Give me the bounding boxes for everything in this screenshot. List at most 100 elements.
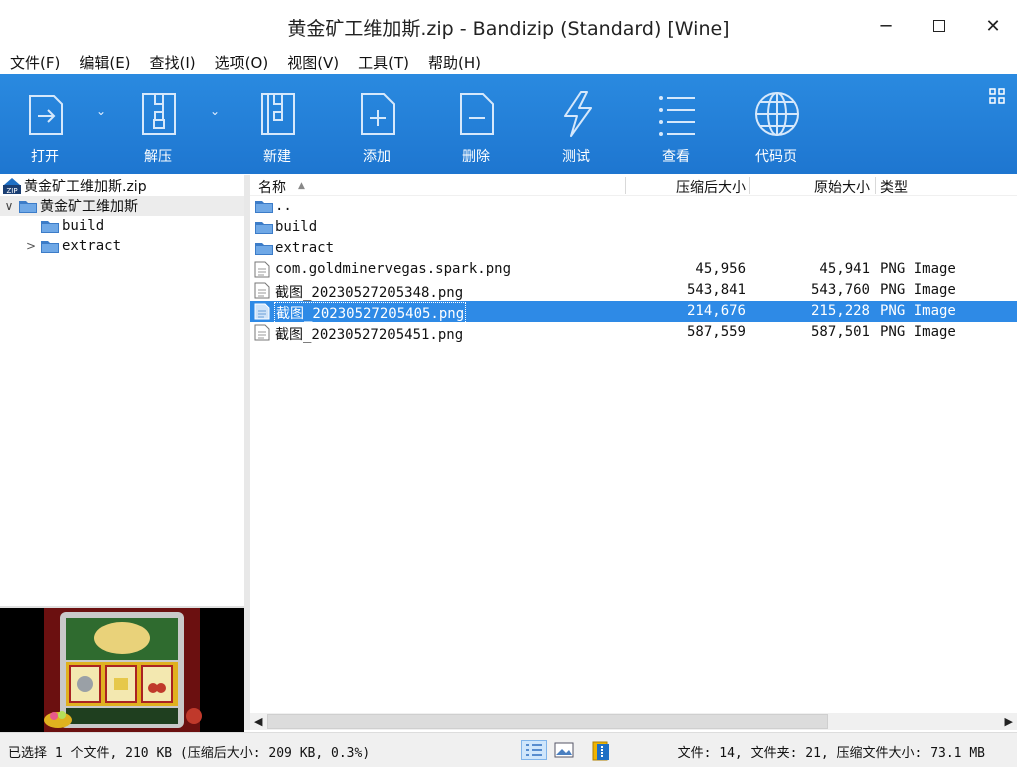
column-type-header[interactable]: 类型 bbox=[880, 177, 908, 197]
status-bar: 已选择 1 个文件, 210 KB (压缩后大小: 209 KB, 0.3%) … bbox=[0, 732, 1017, 767]
tree-item-extract-label: extract bbox=[62, 238, 122, 254]
column-separator[interactable] bbox=[875, 177, 876, 194]
list-row-file[interactable]: com.goldminervegas.spark.png 45,956 45,9… bbox=[250, 259, 1017, 280]
list-row-parent[interactable]: .. bbox=[250, 196, 1017, 217]
extract-button[interactable]: 解压 bbox=[113, 74, 203, 174]
list-icon bbox=[659, 96, 695, 136]
archive-info-icon[interactable] bbox=[591, 740, 613, 762]
list-row-extract[interactable]: extract bbox=[250, 238, 1017, 259]
add-button[interactable]: 添加 bbox=[332, 74, 422, 174]
archive-summary: 文件: 14, 文件夹: 21, 压缩文件大小: 73.1 MB bbox=[677, 746, 985, 761]
lightning-icon bbox=[564, 91, 592, 137]
column-name-header[interactable]: 名称 bbox=[258, 177, 286, 197]
tree-item-extract[interactable]: > extract bbox=[26, 236, 121, 256]
file-type: PNG Image bbox=[880, 324, 956, 340]
minimize-button[interactable]: ─ bbox=[868, 10, 904, 42]
folder-icon bbox=[255, 243, 273, 255]
tree-item-archive-label: 黄金矿工维加斯.zip bbox=[24, 179, 147, 195]
folder-icon bbox=[41, 241, 59, 253]
svg-text:ZIP: ZIP bbox=[6, 187, 17, 195]
column-original-header[interactable]: 原始大小 bbox=[814, 177, 870, 197]
file-name: 截图_20230527205451.png bbox=[275, 327, 464, 343]
file-icon bbox=[254, 282, 270, 299]
file-icon bbox=[254, 261, 270, 278]
menu-find[interactable]: 查找(I) bbox=[140, 52, 205, 74]
folder-icon bbox=[41, 221, 59, 233]
extract-label: 解压 bbox=[144, 149, 172, 165]
test-button[interactable]: 测试 bbox=[531, 74, 621, 174]
sort-ascending-icon: ▲ bbox=[298, 181, 305, 191]
file-name: extract bbox=[275, 240, 335, 256]
details-view-icon[interactable] bbox=[521, 740, 547, 760]
zip-archive-icon: ZIP bbox=[3, 178, 21, 195]
codepage-label: 代码页 bbox=[755, 149, 797, 165]
menu-options[interactable]: 选项(O) bbox=[205, 52, 278, 74]
list-row-file-selected[interactable]: 截图_20230527205405.png 214,676 215,228 PN… bbox=[250, 301, 1017, 324]
menu-tools[interactable]: 工具(T) bbox=[348, 52, 418, 74]
add-label: 添加 bbox=[363, 149, 391, 165]
close-button[interactable]: ✕ bbox=[975, 10, 1011, 42]
file-original-size: 543,760 bbox=[810, 282, 870, 298]
list-row-file[interactable]: 截图_20230527205348.png 543,841 543,760 PN… bbox=[250, 280, 1017, 301]
column-separator[interactable] bbox=[749, 177, 750, 194]
scroll-right-icon[interactable]: ▶ bbox=[1005, 715, 1013, 728]
view-button[interactable]: 查看 bbox=[631, 74, 721, 174]
file-icon bbox=[254, 303, 270, 320]
tree-item-root[interactable]: ∨ 黄金矿工维加斯 bbox=[0, 196, 244, 216]
file-original-size: 215,228 bbox=[810, 303, 870, 319]
thumbnail-view-icon[interactable] bbox=[553, 740, 575, 760]
tree-item-root-label: 黄金矿工维加斯 bbox=[40, 199, 138, 215]
tree-item-archive[interactable]: ZIP 黄金矿工维加斯.zip bbox=[2, 176, 242, 196]
file-compressed-size: 543,841 bbox=[686, 282, 746, 298]
extract-dropdown-icon[interactable]: ⌄ bbox=[208, 104, 222, 118]
title-bar: 黄金矿工维加斯.zip - Bandizip (Standard) [Wine]… bbox=[0, 0, 1017, 52]
delete-button[interactable]: 删除 bbox=[431, 74, 521, 174]
extract-icon bbox=[142, 93, 176, 135]
file-compressed-size: 587,559 bbox=[686, 324, 746, 340]
open-button[interactable]: 打开 bbox=[0, 74, 90, 174]
codepage-button[interactable]: 代码页 bbox=[731, 74, 821, 174]
new-button[interactable]: 新建 bbox=[232, 74, 322, 174]
expand-icon[interactable]: ∨ bbox=[0, 199, 18, 213]
image-preview bbox=[0, 608, 244, 732]
tree-item-build[interactable]: build bbox=[40, 216, 104, 236]
test-label: 测试 bbox=[562, 149, 590, 165]
add-file-icon bbox=[361, 93, 395, 135]
column-compressed-header[interactable]: 压缩后大小 bbox=[676, 177, 746, 197]
menu-file[interactable]: 文件(F) bbox=[0, 52, 69, 74]
collapsed-chevron-icon[interactable]: > bbox=[26, 239, 40, 253]
open-label: 打开 bbox=[31, 149, 59, 165]
preview-image bbox=[0, 608, 244, 732]
horizontal-scrollbar[interactable]: ◀ ▶ bbox=[250, 713, 1017, 730]
file-type: PNG Image bbox=[880, 303, 956, 319]
list-row-file[interactable]: 截图_20230527205451.png 587,559 587,501 PN… bbox=[250, 322, 1017, 343]
globe-icon bbox=[755, 92, 799, 136]
list-row-build[interactable]: build bbox=[250, 217, 1017, 238]
toolbar: 打开 ⌄ 解压 ⌄ 新建 添加 删除 测试 查看 代码页 bbox=[0, 74, 1017, 174]
menu-help[interactable]: 帮助(H) bbox=[418, 52, 490, 74]
file-original-size: 45,941 bbox=[819, 261, 870, 277]
file-name: 截图_20230527205405.png bbox=[273, 302, 467, 324]
delete-file-icon bbox=[460, 93, 494, 135]
delete-label: 删除 bbox=[462, 149, 490, 165]
folder-icon bbox=[255, 222, 273, 234]
file-compressed-size: 214,676 bbox=[686, 303, 746, 319]
column-separator[interactable] bbox=[625, 177, 626, 194]
file-type: PNG Image bbox=[880, 282, 956, 298]
menu-view[interactable]: 视图(V) bbox=[277, 52, 348, 74]
open-dropdown-icon[interactable]: ⌄ bbox=[94, 104, 108, 118]
menu-edit[interactable]: 编辑(E) bbox=[69, 52, 139, 74]
file-compressed-size: 45,956 bbox=[695, 261, 746, 277]
selection-status: 已选择 1 个文件, 210 KB (压缩后大小: 209 KB, 0.3%) bbox=[8, 746, 371, 761]
maximize-button[interactable] bbox=[921, 10, 957, 42]
file-list: 名称 ▲ 压缩后大小 原始大小 类型 .. build extract com.… bbox=[250, 175, 1017, 713]
scroll-left-icon[interactable]: ◀ bbox=[254, 715, 262, 728]
tree-item-build-label: build bbox=[62, 218, 105, 234]
view-label: 查看 bbox=[662, 149, 690, 165]
new-archive-icon bbox=[261, 93, 295, 135]
maximize-icon bbox=[933, 20, 945, 32]
scrollbar-thumb[interactable] bbox=[267, 714, 828, 729]
folder-icon bbox=[19, 201, 37, 213]
layout-grid-icon[interactable] bbox=[989, 88, 1005, 104]
file-name: .. bbox=[275, 198, 292, 214]
